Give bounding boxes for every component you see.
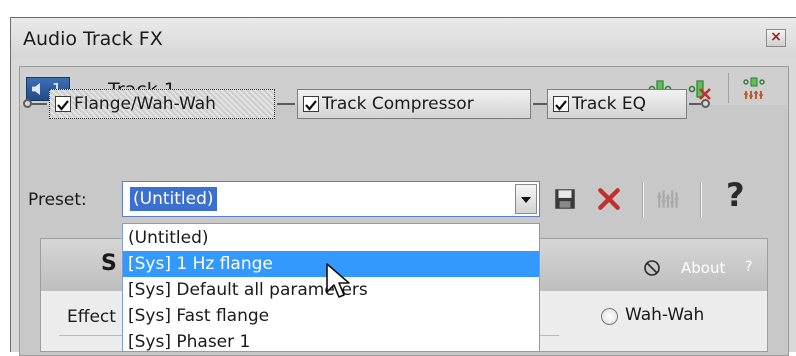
toolbar-separator xyxy=(642,182,644,218)
title-bar[interactable]: Audio Track FX × xyxy=(11,18,796,58)
save-icon[interactable] xyxy=(552,186,578,212)
preset-selected-value[interactable]: (Untitled) xyxy=(130,187,217,211)
speaker-icon xyxy=(32,83,40,95)
check-icon xyxy=(57,100,69,111)
chain-connector xyxy=(689,103,701,105)
window-title: Audio Track FX xyxy=(23,28,163,50)
toolbar-separator xyxy=(700,182,702,218)
chain-connector xyxy=(277,103,295,105)
chevron-down-icon[interactable] xyxy=(515,184,537,214)
remove-plugin-icon[interactable] xyxy=(688,77,712,101)
preset-combobox[interactable]: (Untitled) xyxy=(122,181,540,217)
close-icon: × xyxy=(770,29,782,45)
mouse-cursor-icon xyxy=(326,263,350,298)
wah-wah-radio-label[interactable]: Wah-Wah xyxy=(625,305,704,325)
about-link[interactable]: About xyxy=(681,259,725,277)
chain-connector xyxy=(533,103,547,105)
fx-flange-wahwah-button[interactable]: Flange/Wah-Wah xyxy=(49,89,275,119)
fx-label: Track Compressor xyxy=(322,94,474,114)
toolbar-separator xyxy=(728,73,729,103)
close-button[interactable]: × xyxy=(766,29,786,47)
plugin-chain-icon[interactable] xyxy=(742,77,766,101)
fx-track-eq-button[interactable]: Track EQ xyxy=(547,89,687,119)
bypass-icon[interactable] xyxy=(643,259,661,277)
check-icon xyxy=(305,100,317,111)
list-item[interactable]: (Untitled) xyxy=(123,225,539,251)
fx-track-compressor-button[interactable]: Track Compressor xyxy=(297,89,531,119)
help-icon[interactable]: ? xyxy=(726,176,745,214)
chain-icon[interactable] xyxy=(656,186,682,212)
chain-end-node xyxy=(701,99,710,108)
check-icon xyxy=(555,100,567,111)
list-item[interactable]: [Sys] Fast flange xyxy=(123,303,539,329)
wah-wah-radio[interactable] xyxy=(601,308,618,325)
chain-start-node xyxy=(23,99,32,108)
fx-enable-checkbox[interactable] xyxy=(553,96,569,112)
effect-label: Effect xyxy=(67,307,116,327)
fx-label: Flange/Wah-Wah xyxy=(74,94,216,114)
list-item[interactable]: [Sys] Phaser 1 xyxy=(123,329,539,355)
preset-label: Preset: xyxy=(28,190,87,210)
about-help[interactable]: ? xyxy=(745,259,752,275)
fx-label: Track EQ xyxy=(572,94,647,114)
fx-enable-checkbox[interactable] xyxy=(303,96,319,112)
delete-icon[interactable] xyxy=(596,186,622,212)
fx-enable-checkbox[interactable] xyxy=(55,96,71,112)
plugin-brand: S xyxy=(101,251,117,276)
